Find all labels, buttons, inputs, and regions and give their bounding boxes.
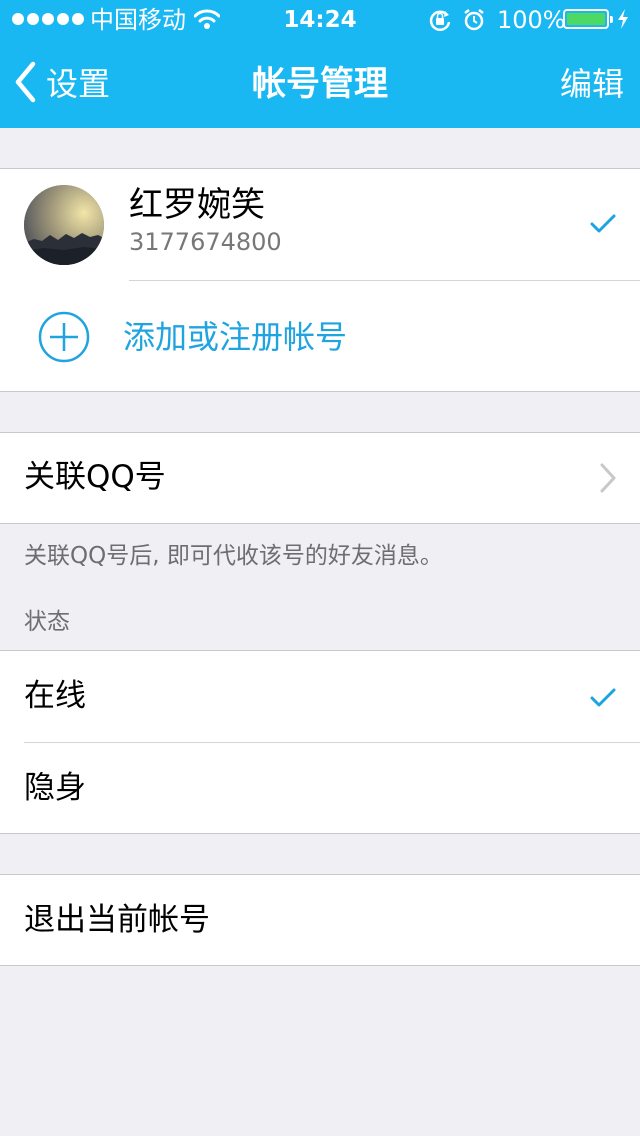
edit-button[interactable]: 编辑 — [560, 62, 624, 106]
account-name: 红罗婉笑 — [129, 185, 265, 225]
account-number: 3177674800 — [129, 228, 282, 256]
status-option-online[interactable]: 在线 — [0, 651, 640, 742]
link-qq-label: 关联QQ号 — [24, 459, 166, 495]
status-option-label: 在线 — [24, 678, 86, 714]
account-row[interactable]: 红罗婉笑 3177674800 — [0, 169, 640, 280]
page-title: 帐号管理 — [252, 64, 388, 104]
link-qq-hint: 关联QQ号后, 即可代收该号的好友消息。 — [24, 543, 443, 569]
status-option-label: 隐身 — [24, 770, 86, 806]
rotation-lock-icon — [428, 9, 452, 37]
logout-section: 退出当前帐号 — [0, 874, 640, 966]
alarm-icon — [463, 8, 485, 38]
battery-level-fill — [567, 13, 605, 25]
battery-icon — [563, 9, 613, 29]
add-circle-icon — [38, 311, 90, 367]
link-qq-row[interactable]: 关联QQ号 — [0, 433, 640, 523]
charging-icon — [617, 8, 629, 36]
status-option-invisible[interactable]: 隐身 — [0, 743, 640, 833]
status-section-header: 状态 — [24, 609, 70, 635]
checkmark-icon — [590, 213, 616, 239]
accounts-section: 红罗婉笑 3177674800 添加或注册帐号 — [0, 168, 640, 392]
logout-button[interactable]: 退出当前帐号 — [0, 875, 640, 965]
header: 中国移动 14:24 100% 设置 帐号管理 编辑 — [0, 0, 640, 128]
logout-label: 退出当前帐号 — [24, 902, 210, 938]
chevron-right-icon — [600, 463, 616, 497]
avatar — [24, 185, 104, 265]
status-bar: 中国移动 14:24 100% — [0, 0, 640, 40]
add-account-row[interactable]: 添加或注册帐号 — [0, 281, 640, 391]
checkmark-icon — [590, 687, 616, 713]
battery-percentage: 100% — [497, 6, 566, 34]
add-account-label: 添加或注册帐号 — [123, 318, 348, 356]
navigation-bar: 设置 帐号管理 编辑 — [0, 40, 640, 128]
status-section: 在线 隐身 — [0, 650, 640, 834]
link-qq-section: 关联QQ号 — [0, 432, 640, 524]
